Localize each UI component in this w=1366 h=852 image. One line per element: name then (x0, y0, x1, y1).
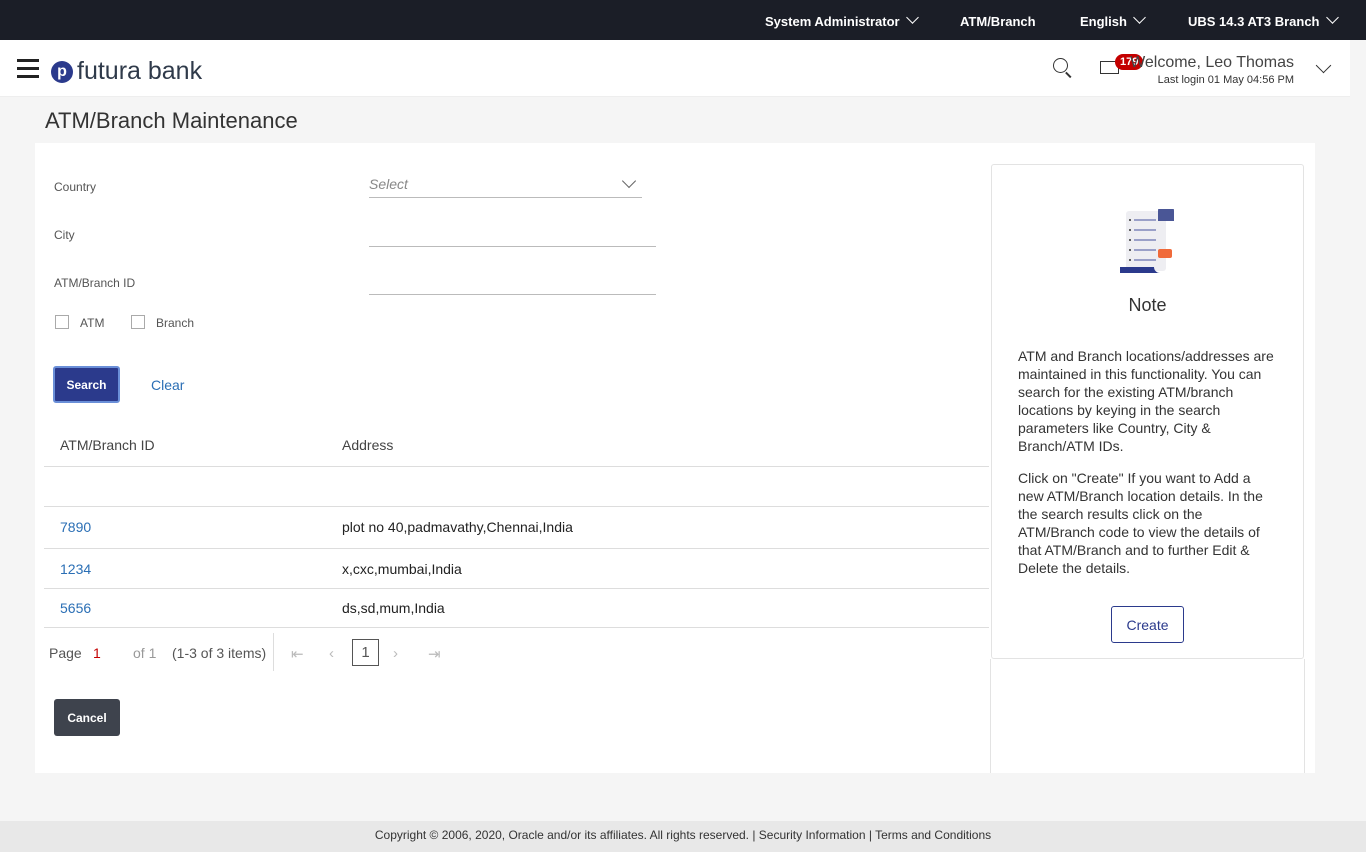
entity-menu[interactable]: UBS 14.3 AT3 Branch (1188, 11, 1339, 29)
welcome-text[interactable]: Welcome, Leo Thomas (1130, 54, 1294, 72)
branch-id-link[interactable]: 5656 (60, 600, 91, 616)
create-button[interactable]: Create (1111, 606, 1184, 643)
items-count: (1-3 of 3 items) (172, 645, 267, 661)
footer: Copyright © 2006, 2020, Oracle and/or it… (0, 821, 1366, 852)
document-scroll-icon (1120, 209, 1174, 273)
role-menu[interactable]: System Administrator (765, 11, 919, 29)
cancel-button[interactable]: Cancel (54, 699, 120, 736)
clear-link[interactable]: Clear (151, 377, 184, 393)
atm-branch-link[interactable]: ATM/Branch (960, 14, 1036, 29)
note-card: Note ATM and Branch locations/addresses … (991, 164, 1304, 659)
country-select[interactable]: Select (369, 170, 642, 198)
atm-branch-id-input[interactable] (369, 267, 656, 295)
current-page-button[interactable]: 1 (352, 639, 379, 666)
column-header-address[interactable]: Address (342, 437, 393, 453)
chevron-down-icon[interactable] (1315, 57, 1332, 74)
first-page-icon[interactable]: ⇤ (291, 645, 304, 663)
table-row: 5656 ds,sd,mum,India (44, 588, 989, 628)
address: plot no 40,padmavathy,Chennai,India (342, 519, 573, 535)
chevron-down-icon (1133, 11, 1146, 24)
search-icon[interactable] (1053, 58, 1068, 73)
previous-page-icon[interactable]: ‹ (329, 645, 334, 662)
branch-checkbox-label: Branch (156, 316, 195, 330)
header: p futura bank 179 Welcome, Leo Thomas Las… (0, 40, 1350, 97)
address: ds,sd,mum,India (342, 600, 445, 616)
page-number-input[interactable]: 1 (93, 645, 101, 661)
logo-mark-icon: p (51, 60, 73, 83)
address: x,cxc,mumbai,India (342, 561, 462, 577)
atm-checkbox-label: ATM (80, 316, 105, 330)
branch-id-link[interactable]: 1234 (60, 561, 91, 577)
next-page-icon[interactable]: › (393, 645, 398, 662)
table-filter-row (44, 466, 989, 506)
table-row: 7890 plot no 40,padmavathy,Chennai,India (44, 506, 989, 548)
note-title: Note (1128, 295, 1167, 315)
atm-checkbox[interactable] (55, 315, 69, 329)
page-total: of 1 (133, 645, 157, 661)
last-page-icon[interactable]: ⇥ (428, 645, 441, 663)
chevron-down-icon (905, 11, 919, 24)
note-column (990, 659, 1305, 773)
branch-id-link[interactable]: 7890 (60, 519, 91, 535)
search-button[interactable]: Search (53, 366, 120, 403)
top-bar: System Administrator ATM/Branch English … (0, 0, 1366, 40)
divider (273, 633, 274, 671)
country-label: Country (54, 180, 97, 194)
branch-checkbox[interactable] (131, 315, 145, 329)
hamburger-menu-icon[interactable] (17, 59, 39, 83)
chevron-down-icon (621, 173, 637, 189)
chevron-down-icon (1325, 11, 1339, 24)
last-login: Last login 01 May 04:56 PM (1157, 74, 1294, 86)
page-label: Page (49, 645, 82, 661)
table-row: 1234 x,cxc,mumbai,India (44, 548, 989, 588)
note-text: ATM and Branch locations/addresses are m… (1018, 348, 1274, 454)
logo[interactable]: p futura bank (51, 57, 202, 86)
id-label: ATM/Branch ID (54, 276, 136, 290)
page-title: ATM/Branch Maintenance (45, 108, 298, 133)
language-menu[interactable]: English (1080, 11, 1146, 29)
city-label: City (54, 228, 75, 242)
note-text: Click on "Create" If you want to Add a n… (1018, 470, 1263, 576)
city-input[interactable] (369, 219, 656, 247)
column-header-id[interactable]: ATM/Branch ID (60, 437, 155, 453)
